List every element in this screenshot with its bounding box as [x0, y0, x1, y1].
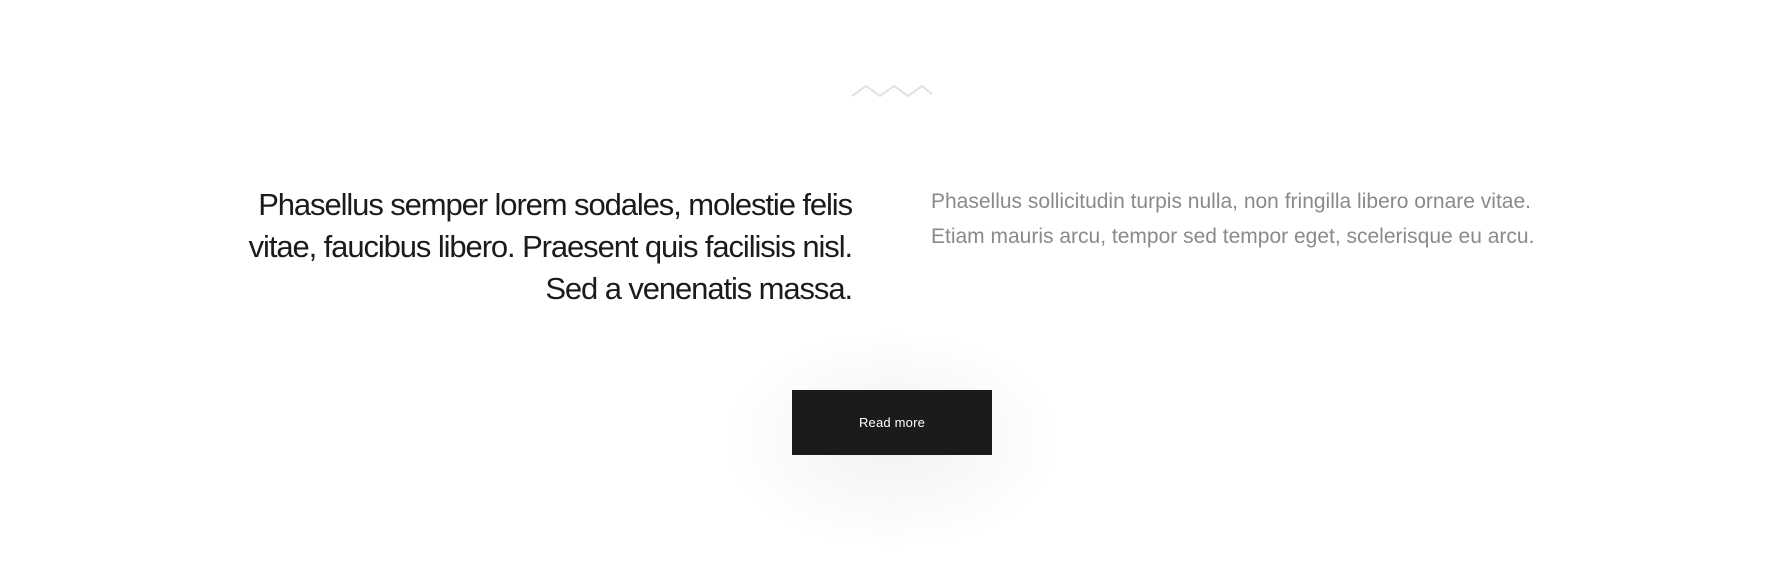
- section-headline: Phasellus semper lorem sodales, molestie…: [248, 187, 853, 306]
- intro-section: Phasellus semper lorem sodales, molestie…: [0, 0, 1783, 570]
- read-more-button[interactable]: Read more: [792, 390, 992, 455]
- cta-container: Read more: [722, 330, 1062, 550]
- section-description: Phasellus sollicitudin turpis nulla, non…: [931, 190, 1535, 248]
- zigzag-divider-icon: [851, 84, 933, 98]
